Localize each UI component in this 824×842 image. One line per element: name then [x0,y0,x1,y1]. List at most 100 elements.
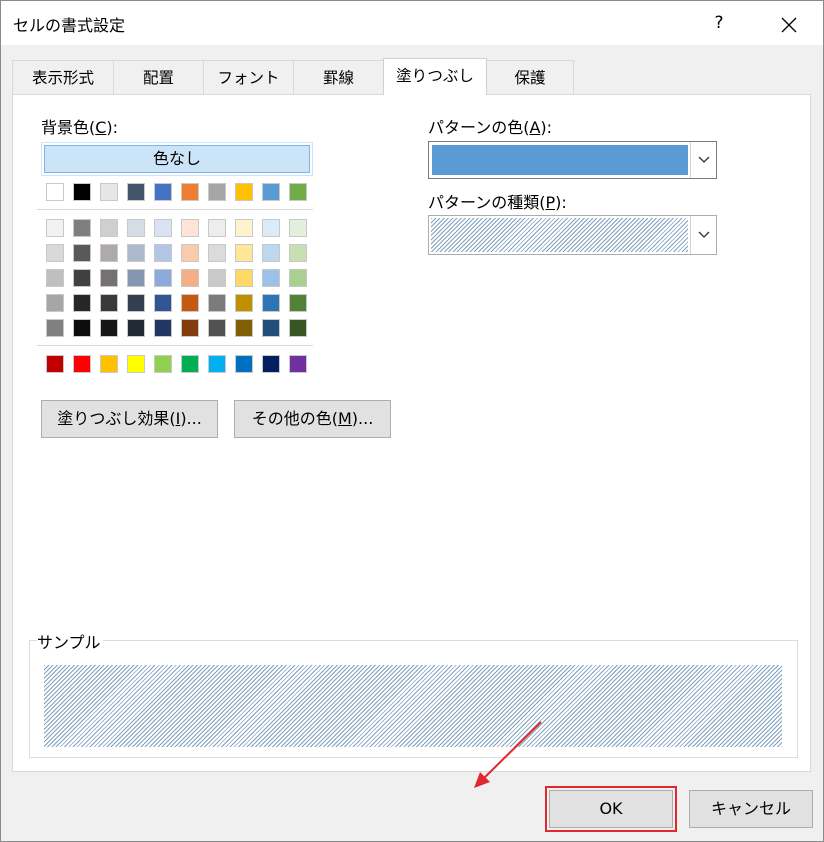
theme-color-swatch[interactable] [208,183,226,201]
theme-shade-swatch[interactable] [46,294,64,312]
palette-separator [37,209,313,210]
theme-shade-swatch[interactable] [73,269,91,287]
close-button[interactable] [767,5,811,41]
theme-shade-swatch[interactable] [127,319,145,337]
standard-color-swatch[interactable] [127,355,145,373]
theme-shade-swatch[interactable] [127,294,145,312]
theme-color-swatch[interactable] [100,183,118,201]
theme-shade-swatch[interactable] [235,219,253,237]
chevron-down-icon [698,231,709,238]
theme-shade-swatch[interactable] [46,244,64,262]
fill-effects-button[interactable]: 塗りつぶし効果(I)... [41,400,218,438]
theme-shade-swatch[interactable] [100,319,118,337]
pattern-style-label: パターンの種類(P): [428,193,567,212]
theme-shade-swatch[interactable] [235,244,253,262]
standard-color-swatch[interactable] [181,355,199,373]
cancel-button[interactable]: キャンセル [689,790,813,828]
theme-shade-swatch[interactable] [73,244,91,262]
theme-shade-swatch[interactable] [208,219,226,237]
help-button[interactable]: ? [701,5,737,41]
dropdown-arrow[interactable] [690,216,716,254]
theme-shade-swatch[interactable] [127,269,145,287]
theme-color-swatch[interactable] [289,183,307,201]
sample-label: サンプル [37,629,103,653]
theme-shade-swatch[interactable] [235,294,253,312]
theme-shade-swatch[interactable] [100,244,118,262]
theme-shade-swatch[interactable] [73,294,91,312]
dropdown-arrow[interactable] [690,142,716,178]
standard-color-swatch[interactable] [154,355,172,373]
pattern-color-dropdown[interactable] [428,141,717,179]
theme-color-swatch[interactable] [235,183,253,201]
theme-shade-swatch[interactable] [46,269,64,287]
standard-color-swatch[interactable] [73,355,91,373]
theme-shade-swatch[interactable] [154,269,172,287]
more-colors-button[interactable]: その他の色(M)... [234,400,391,438]
theme-color-swatch[interactable] [73,183,91,201]
standard-color-swatch[interactable] [208,355,226,373]
annotation-arrow-icon [474,721,542,788]
pattern-color-label: パターンの色(A): [428,118,553,137]
theme-shade-swatch[interactable] [208,294,226,312]
theme-shade-swatch[interactable] [262,269,280,287]
theme-shade-swatch[interactable] [154,294,172,312]
tab-alignment[interactable]: 配置 [113,60,204,94]
theme-color-swatch[interactable] [127,183,145,201]
pattern-style-value [431,218,688,252]
standard-color-swatch[interactable] [289,355,307,373]
pattern-color-value [432,145,688,175]
theme-shade-swatch[interactable] [289,244,307,262]
theme-shade-swatch[interactable] [46,319,64,337]
theme-shade-swatch[interactable] [181,294,199,312]
theme-shade-swatch[interactable] [154,244,172,262]
fill-panel: 背景色(C): 色なし 塗りつぶし効果(I)... その他の色(M)... パタ… [12,94,811,788]
theme-shade-swatch[interactable] [100,269,118,287]
tab-protection[interactable]: 保護 [486,60,574,94]
theme-shade-swatch[interactable] [235,269,253,287]
theme-shade-swatch[interactable] [127,219,145,237]
title-bar: セルの書式設定 ? [1,1,823,45]
theme-color-swatch[interactable] [46,183,64,201]
theme-shade-swatch[interactable] [154,219,172,237]
standard-color-swatch[interactable] [100,355,118,373]
theme-shade-swatch[interactable] [289,269,307,287]
theme-shade-swatch[interactable] [262,319,280,337]
theme-shade-swatch[interactable] [154,319,172,337]
standard-color-swatch[interactable] [46,355,64,373]
close-icon [781,17,797,32]
theme-shade-swatch[interactable] [262,244,280,262]
tab-font[interactable]: フォント [203,60,294,94]
theme-shade-swatch[interactable] [208,269,226,287]
standard-color-swatch[interactable] [262,355,280,373]
theme-shade-swatch[interactable] [100,219,118,237]
theme-shade-swatch[interactable] [208,319,226,337]
theme-shade-swatch[interactable] [289,219,307,237]
tab-fill[interactable]: 塗りつぶし [383,58,487,95]
theme-shade-swatch[interactable] [181,244,199,262]
no-color-button[interactable]: 色なし [41,142,313,176]
pattern-style-dropdown[interactable] [428,215,717,255]
tab-number[interactable]: 表示形式 [12,60,114,94]
theme-shade-swatch[interactable] [46,219,64,237]
tab-border[interactable]: 罫線 [293,60,384,94]
theme-shade-swatch[interactable] [289,294,307,312]
theme-shade-swatch[interactable] [289,319,307,337]
theme-shade-swatch[interactable] [262,294,280,312]
palette-separator [37,345,313,346]
ok-button[interactable]: OK [545,786,677,832]
theme-shade-swatch[interactable] [235,319,253,337]
standard-color-swatch[interactable] [235,355,253,373]
theme-color-swatch[interactable] [154,183,172,201]
theme-shade-swatch[interactable] [100,294,118,312]
theme-shade-swatch[interactable] [262,219,280,237]
theme-shade-swatch[interactable] [181,319,199,337]
theme-shade-swatch[interactable] [73,319,91,337]
theme-shade-swatch[interactable] [181,219,199,237]
theme-color-swatch[interactable] [181,183,199,201]
theme-color-swatch[interactable] [262,183,280,201]
theme-shade-swatch[interactable] [208,244,226,262]
theme-shade-swatch[interactable] [73,219,91,237]
theme-shade-swatch[interactable] [181,269,199,287]
dialog-title: セルの書式設定 [13,16,126,35]
theme-shade-swatch[interactable] [127,244,145,262]
